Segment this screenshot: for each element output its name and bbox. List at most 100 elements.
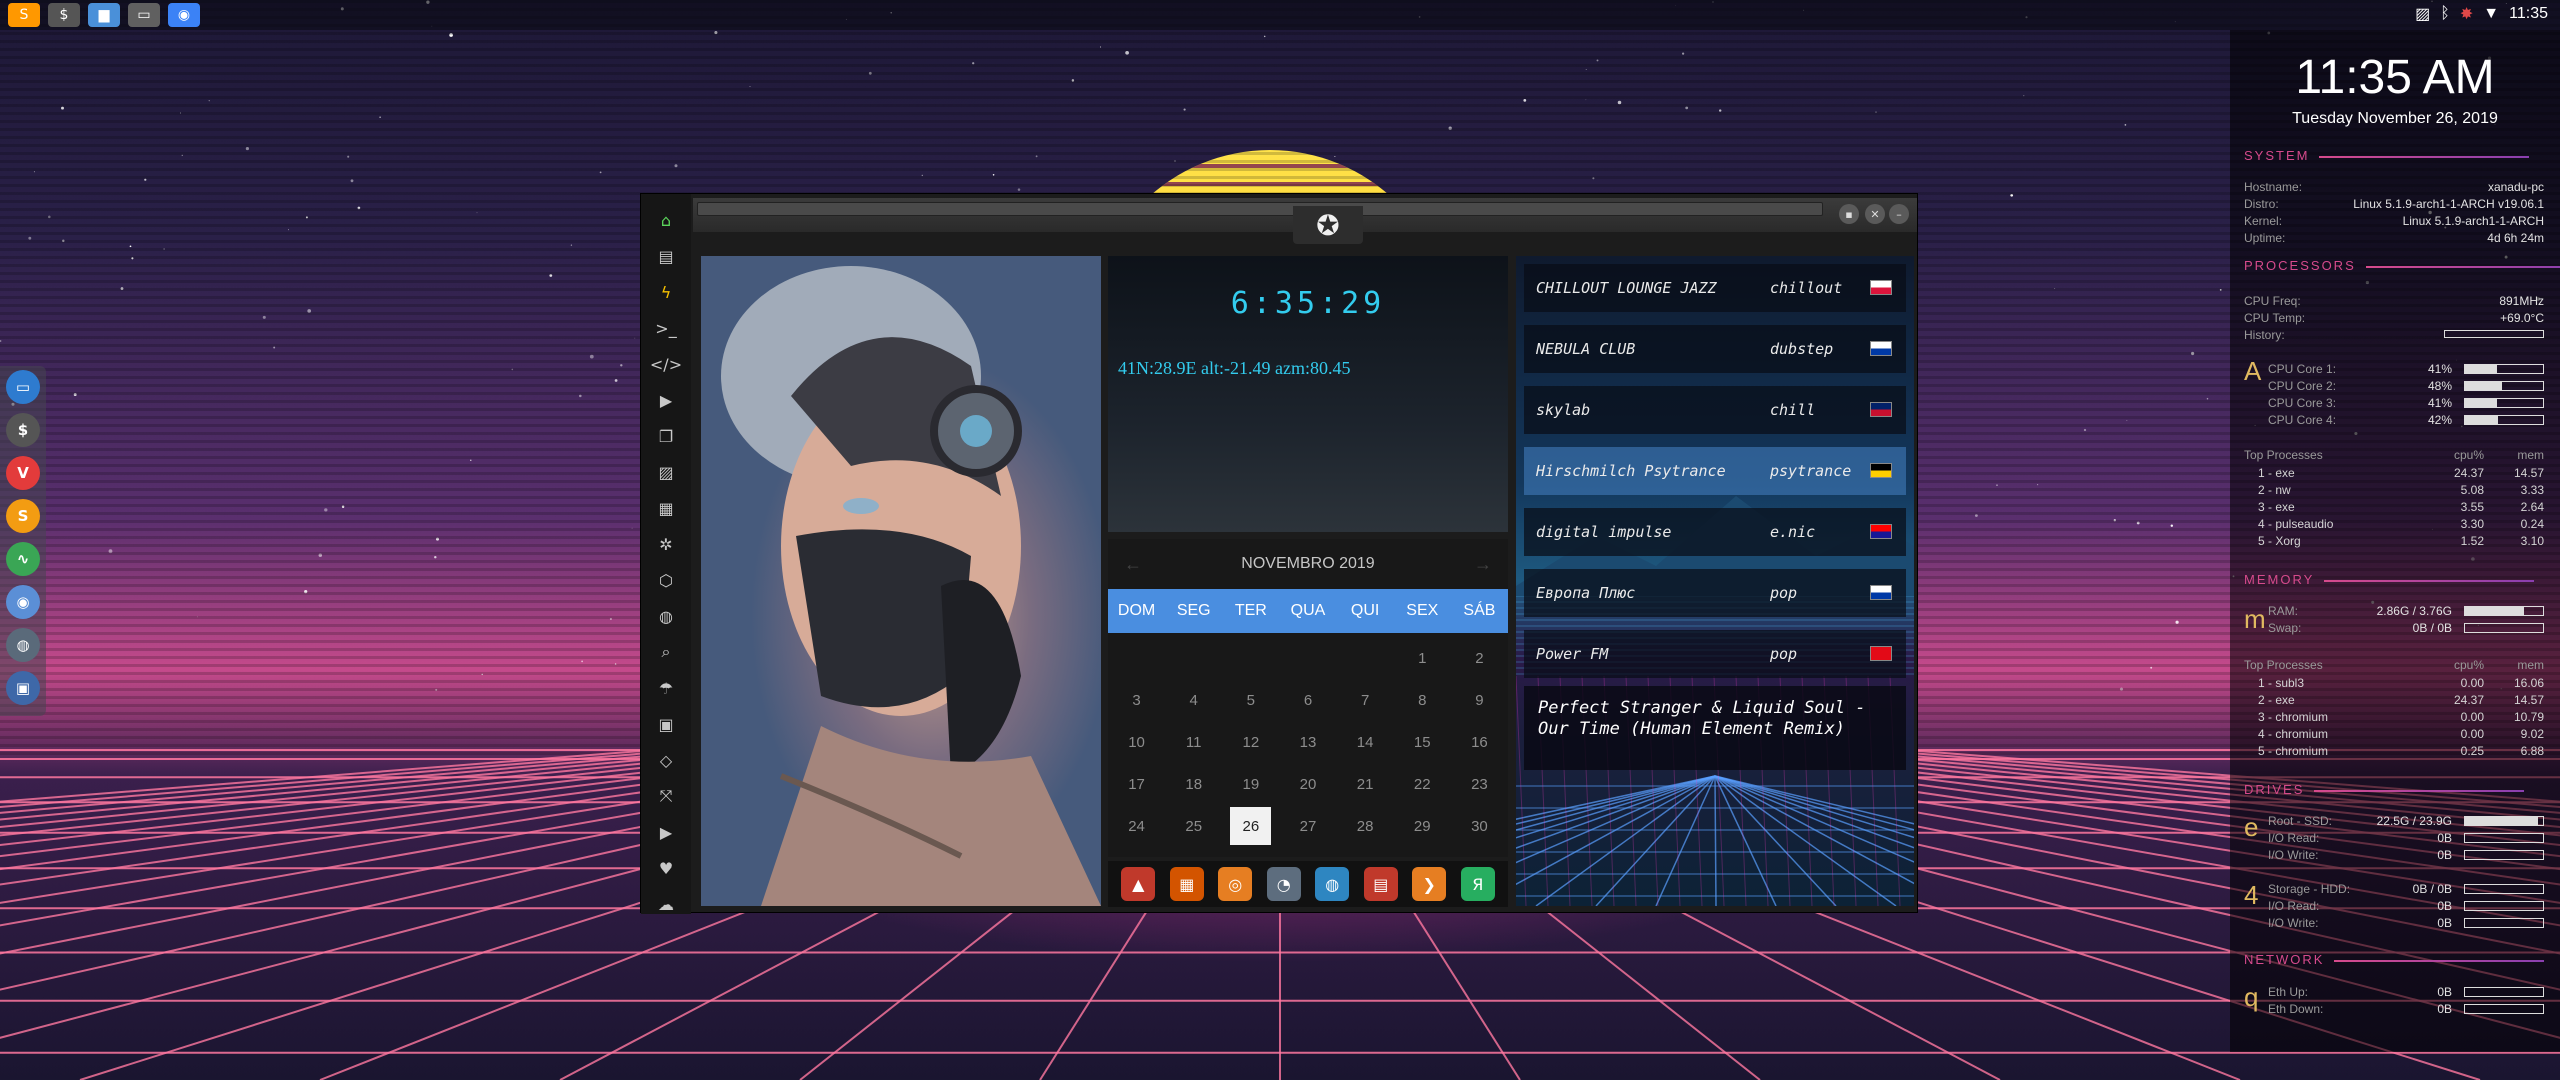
copy-icon[interactable]: ❐ [641, 418, 691, 454]
calendar-day [1222, 637, 1279, 679]
tag-icon[interactable]: ◇ [641, 742, 691, 778]
station-3[interactable]: Hirschmilch Psytrance psytrance [1524, 447, 1906, 495]
calendar-day[interactable]: 20 [1279, 763, 1336, 805]
calendar-today[interactable]: 26 [1230, 807, 1272, 845]
station-2[interactable]: skylab chill [1524, 386, 1906, 434]
news-icon[interactable]: ▦ [641, 490, 691, 526]
top-title: Top Processes [2244, 448, 2323, 462]
update-icon[interactable]: ✸ [2460, 4, 2473, 24]
calendar-day[interactable]: 6 [1279, 679, 1336, 721]
clock-icon[interactable]: ◔ [1266, 867, 1301, 901]
calendar-day[interactable]: 8 [1394, 679, 1451, 721]
sublime-icon[interactable]: S [6, 499, 40, 533]
cpu-freq: CPU Freq: 891MHz [2244, 294, 2544, 308]
hexagon-icon[interactable]: ⬡ [641, 562, 691, 598]
calendar-day[interactable]: 21 [1337, 763, 1394, 805]
clock-text[interactable]: 11:35 [2509, 5, 2548, 23]
station-1[interactable]: NEBULA CLUB dubstep [1524, 325, 1906, 373]
close-button[interactable]: ✕ [1865, 204, 1885, 224]
calendar-day[interactable]: 10 [1108, 721, 1165, 763]
calendar-day[interactable]: 30 [1451, 805, 1508, 847]
heart-icon[interactable]: ♥ [641, 850, 691, 886]
process-mem: 14.57 [2513, 466, 2544, 480]
station-4[interactable]: digital impulse e.nic [1524, 508, 1906, 556]
wifi-icon[interactable]: ▼ [2483, 5, 2499, 23]
magnifier-icon[interactable]: ◎ [1218, 867, 1253, 901]
station-genre: chill [1770, 401, 1816, 419]
yandex-icon[interactable]: Я [1460, 867, 1495, 901]
process-name: 4 - pulseaudio [2258, 517, 2334, 531]
globe-icon[interactable]: ◍ [641, 598, 691, 634]
umbrella-icon[interactable]: ☂ [641, 670, 691, 706]
maximize-button[interactable]: ▪ [1839, 204, 1859, 224]
play-icon[interactable]: ▶ [641, 382, 691, 418]
contact-icon[interactable]: ▣ [641, 706, 691, 742]
calendar-header: ← NOVEMBRO 2019 → [1108, 539, 1508, 589]
station-6[interactable]: Power FM pop [1524, 630, 1906, 678]
next-month-button[interactable]: → [1474, 554, 1492, 575]
main-window: ⌂ ▤ ϟ >_ </> ▶ ❐ ▨ ▦ ✲ ⬡ ◍ ⌕ ☂ ▣ ◇ ⤧ ▶ ♥ ☁ ✪ – ▪ ✕ 6:35:29 … [640, 193, 1918, 914]
image-icon[interactable]: ▨ [2415, 4, 2430, 24]
process-row: 1 - exe 24.37 14.57 [2244, 466, 2544, 483]
image-icon[interactable]: ▨ [641, 454, 691, 490]
bluetooth-icon[interactable]: ᛒ [2440, 5, 2450, 23]
expand-icon[interactable]: ⤧ [641, 778, 691, 814]
calendar-day[interactable]: 23 [1451, 763, 1508, 805]
minimize-button[interactable]: – [1889, 204, 1909, 224]
window-icon[interactable]: ▭ [128, 3, 160, 27]
prev-month-button[interactable]: ← [1124, 554, 1142, 575]
calendar-day[interactable]: 13 [1279, 721, 1336, 763]
terminal-icon[interactable]: $ [6, 413, 40, 447]
youtube-icon[interactable]: ▶ [641, 814, 691, 850]
terminal-icon[interactable]: >_ [641, 310, 691, 346]
calendar-day[interactable]: 17 [1108, 763, 1165, 805]
aperture-icon[interactable]: ✲ [641, 526, 691, 562]
home-icon[interactable]: ⌂ [641, 202, 691, 238]
app-window-icon[interactable]: ▭ [6, 370, 40, 404]
code-icon[interactable]: </> [641, 346, 691, 382]
calendar-day[interactable]: 5 [1222, 679, 1279, 721]
sublime-icon[interactable]: S [8, 3, 40, 27]
globe-icon[interactable]: ◍ [6, 628, 40, 662]
calendar-day[interactable]: 7 [1337, 679, 1394, 721]
arrow-icon[interactable]: ❯ [1412, 867, 1447, 901]
calendar-day[interactable]: 2 [1451, 637, 1508, 679]
calendar-day[interactable]: 22 [1394, 763, 1451, 805]
system-row: Kernel: Linux 5.1.9-arch1-1-ARCH [2244, 214, 2544, 230]
calendar-day[interactable]: 15 [1394, 721, 1451, 763]
calendar-day[interactable]: 1 [1394, 637, 1451, 679]
calendar-day[interactable]: 18 [1165, 763, 1222, 805]
calendar-day[interactable]: 14 [1337, 721, 1394, 763]
cpu-history: History: [2244, 328, 2544, 344]
calendar-day[interactable]: 24 [1108, 805, 1165, 847]
calendar-day[interactable]: 28 [1337, 805, 1394, 847]
cloud-icon[interactable]: ☁ [641, 886, 691, 922]
search-icon[interactable]: ⌕ [641, 634, 691, 670]
station-5[interactable]: Европа Плюс pop [1524, 569, 1906, 617]
calendar-clock-icon[interactable]: ▤ [1363, 867, 1398, 901]
title-bar[interactable]: ✪ – [693, 198, 1917, 244]
calendar-day[interactable]: 3 [1108, 679, 1165, 721]
calendar-day[interactable]: 25 [1165, 805, 1222, 847]
calendar-app-icon[interactable]: ▦ [1169, 867, 1204, 901]
vivaldi-icon[interactable]: V [6, 456, 40, 490]
globe-icon[interactable]: ◍ [1315, 867, 1350, 901]
calendar-day[interactable]: 27 [1279, 805, 1336, 847]
calendar-day[interactable]: 16 [1451, 721, 1508, 763]
screenshot-icon[interactable]: ▣ [6, 671, 40, 705]
bolt-icon[interactable]: ϟ [641, 274, 691, 310]
chromium-icon[interactable]: ◉ [168, 3, 200, 27]
calendar-day[interactable]: 12 [1222, 721, 1279, 763]
station-0[interactable]: CHILLOUT LOUNGE JAZZ chillout [1524, 264, 1906, 312]
folder-icon[interactable]: ▆ [88, 3, 120, 27]
calendar-day[interactable]: 9 [1451, 679, 1508, 721]
calendar-day[interactable]: 19 [1222, 763, 1279, 805]
file-icon[interactable]: ▤ [641, 238, 691, 274]
calendar-day[interactable]: 11 [1165, 721, 1222, 763]
monitor-icon[interactable]: ∿ [6, 542, 40, 576]
chromium-icon[interactable]: ◉ [6, 585, 40, 619]
calendar-day[interactable]: 29 [1394, 805, 1451, 847]
terminal-icon[interactable]: $ [48, 3, 80, 27]
calendar-day[interactable]: 4 [1165, 679, 1222, 721]
arch-icon[interactable]: ▲ [1121, 867, 1156, 901]
